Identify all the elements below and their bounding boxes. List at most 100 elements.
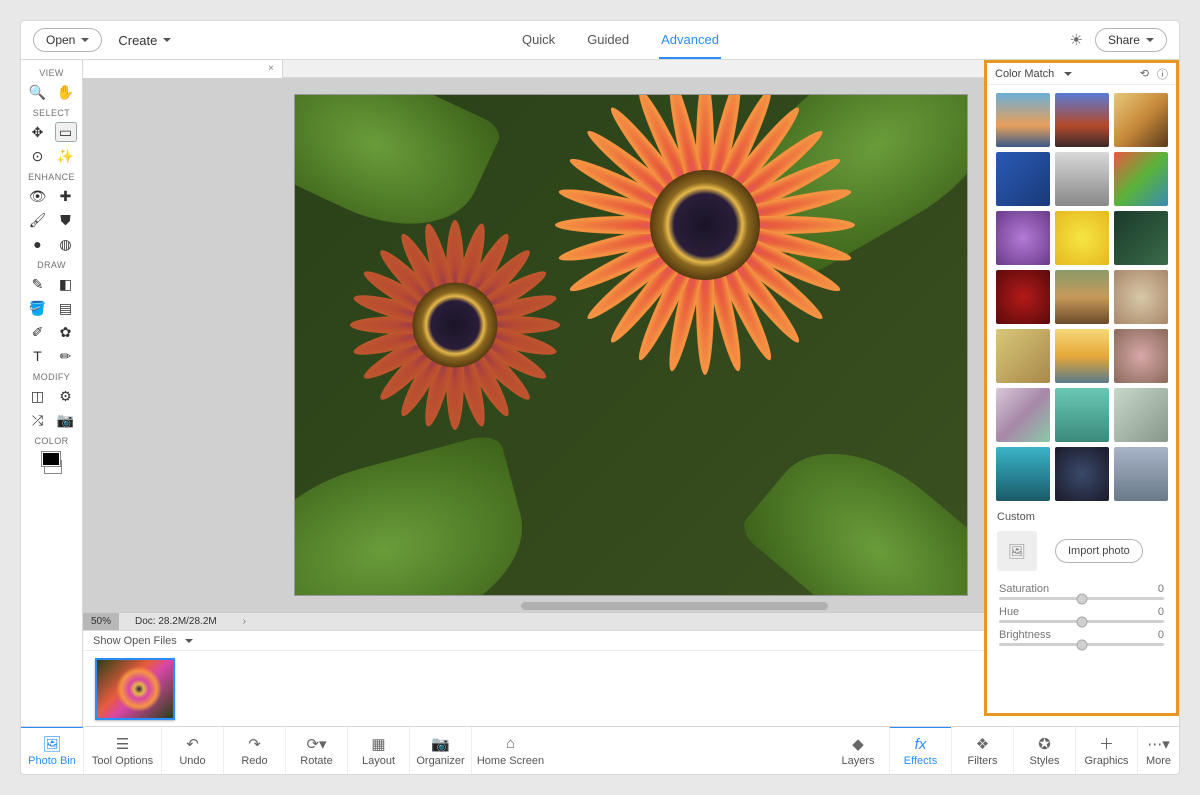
tab-quick[interactable]: Quick (520, 22, 557, 59)
clone-tool-icon[interactable]: ⛊ (55, 210, 77, 230)
shape-tool-icon[interactable]: ✿ (55, 322, 77, 342)
preset-thumb[interactable] (996, 388, 1050, 442)
pencil-tool-icon[interactable]: ✏ (55, 346, 77, 366)
rotate-icon: ⟳▾ (306, 735, 326, 753)
gradient-tool-icon[interactable]: ▤ (55, 298, 77, 318)
type-tool-icon[interactable]: T (27, 346, 49, 366)
preset-thumb[interactable] (1055, 388, 1109, 442)
bottom-right-group: ◆Layers fxEffects ❖Filters ✪Styles ＋Grap… (827, 727, 1179, 774)
straighten-tool-icon[interactable]: 📷 (55, 410, 77, 430)
preset-thumb[interactable] (996, 270, 1050, 324)
btn-label: Tool Options (92, 755, 153, 767)
layout-button[interactable]: ▦Layout (347, 727, 409, 774)
toolbar-section-color: COLOR (34, 436, 68, 446)
open-button[interactable]: Open (33, 28, 102, 52)
hand-tool-icon[interactable]: ✋ (55, 82, 77, 102)
slider-thumb[interactable] (1076, 593, 1087, 604)
preset-thumb[interactable] (996, 152, 1050, 206)
content-move-icon[interactable]: ⤮ (27, 410, 49, 430)
layers-button[interactable]: ◆Layers (827, 727, 889, 774)
redeye-tool-icon[interactable]: 👁 (27, 186, 49, 206)
redo-button[interactable]: ↷Redo (223, 727, 285, 774)
slider-track[interactable] (999, 620, 1164, 623)
recompose-tool-icon[interactable]: ⚙ (55, 386, 77, 406)
marquee-tool-icon[interactable]: ▭ (55, 122, 77, 142)
foreground-color-swatch[interactable] (42, 452, 60, 466)
chevron-down-icon[interactable] (1064, 72, 1072, 76)
share-button[interactable]: Share (1095, 28, 1167, 52)
eraser-tool-icon[interactable]: ◧ (55, 274, 77, 294)
reset-icon[interactable]: ⟲ (1140, 67, 1149, 80)
preset-thumb[interactable] (1055, 93, 1109, 147)
crop-tool-icon[interactable]: ◫ (27, 386, 49, 406)
import-photo-button[interactable]: Import photo (1055, 539, 1143, 563)
preset-thumb[interactable] (1114, 270, 1168, 324)
slider-track[interactable] (999, 597, 1164, 600)
top-right-group: ☀ Share (1070, 28, 1167, 52)
home-screen-button[interactable]: ⌂Home Screen (471, 727, 549, 774)
btn-label: Undo (179, 755, 205, 767)
custom-swatch[interactable]: 🖼 (997, 531, 1037, 571)
slider-label: Hue (999, 606, 1019, 618)
move-tool-icon[interactable]: ✥ (27, 122, 49, 142)
toolbar-section-view: VIEW (39, 68, 64, 78)
filters-button[interactable]: ❖Filters (951, 727, 1013, 774)
effects-button[interactable]: fxEffects (889, 726, 951, 774)
brightness-icon[interactable]: ☀ (1070, 31, 1083, 49)
preset-thumb[interactable] (996, 447, 1050, 501)
undo-button[interactable]: ↶Undo (161, 727, 223, 774)
panel-header: Color Match ⟲ ⓘ (987, 63, 1176, 85)
file-thumbnail[interactable] (95, 658, 175, 720)
status-menu-icon[interactable]: › (233, 616, 256, 627)
fill-tool-icon[interactable]: 🪣 (27, 298, 49, 318)
preset-thumb[interactable] (1114, 93, 1168, 147)
slider-value: 0 (1158, 583, 1164, 595)
styles-button[interactable]: ✪Styles (1013, 727, 1075, 774)
preset-thumb[interactable] (1114, 152, 1168, 206)
preset-thumb[interactable] (1114, 447, 1168, 501)
zoom-tool-icon[interactable]: 🔍 (27, 82, 49, 102)
brush-tool-icon[interactable]: ✎ (27, 274, 49, 294)
zoom-level[interactable]: 50% (83, 613, 119, 630)
sponge-tool-icon[interactable]: ◍ (55, 234, 77, 254)
preset-thumb[interactable] (1055, 329, 1109, 383)
organizer-button[interactable]: 📷Organizer (409, 727, 471, 774)
preset-thumb[interactable] (996, 211, 1050, 265)
tab-advanced[interactable]: Advanced (659, 22, 721, 59)
help-icon[interactable]: ⓘ (1157, 66, 1168, 82)
smart-brush-icon[interactable]: 🖌 (27, 210, 49, 230)
preset-thumb[interactable] (1055, 270, 1109, 324)
color-swatch[interactable] (38, 452, 66, 474)
preset-thumb[interactable] (1114, 329, 1168, 383)
create-button[interactable]: Create (118, 33, 171, 48)
btn-label: Organizer (416, 755, 464, 767)
preset-thumb[interactable] (1055, 447, 1109, 501)
slider-thumb[interactable] (1076, 639, 1087, 650)
healing-tool-icon[interactable]: ✚ (55, 186, 77, 206)
preset-thumb[interactable] (996, 93, 1050, 147)
preset-thumb[interactable] (1055, 211, 1109, 265)
blur-tool-icon[interactable]: ● (27, 234, 49, 254)
scrollbar-thumb[interactable] (521, 602, 828, 610)
open-files-dropdown[interactable]: Show Open Files (93, 635, 193, 647)
tool-options-button[interactable]: ☰Tool Options (83, 727, 161, 774)
preset-thumb[interactable] (1114, 388, 1168, 442)
preset-thumb[interactable] (1055, 152, 1109, 206)
tab-guided[interactable]: Guided (585, 22, 631, 59)
preset-thumb[interactable] (996, 329, 1050, 383)
more-button[interactable]: ⋯▾More (1137, 727, 1179, 774)
rotate-button[interactable]: ⟳▾Rotate (285, 727, 347, 774)
lasso-tool-icon[interactable]: ⊙ (27, 146, 49, 166)
slider-track[interactable] (999, 643, 1164, 646)
slider-thumb[interactable] (1076, 616, 1087, 627)
magic-wand-tool-icon[interactable]: ✨ (55, 146, 77, 166)
btn-label: Layout (362, 755, 395, 767)
graphics-button[interactable]: ＋Graphics (1075, 727, 1137, 774)
photo-bin-button[interactable]: 🖼Photo Bin (21, 726, 83, 774)
close-icon[interactable]: × (268, 63, 274, 74)
document-tab[interactable]: × (83, 60, 283, 78)
image-icon: 🖼 (42, 735, 61, 753)
eyedropper-tool-icon[interactable]: ✐ (27, 322, 49, 342)
color-match-panel: Color Match ⟲ ⓘ (984, 60, 1179, 716)
preset-thumb[interactable] (1114, 211, 1168, 265)
